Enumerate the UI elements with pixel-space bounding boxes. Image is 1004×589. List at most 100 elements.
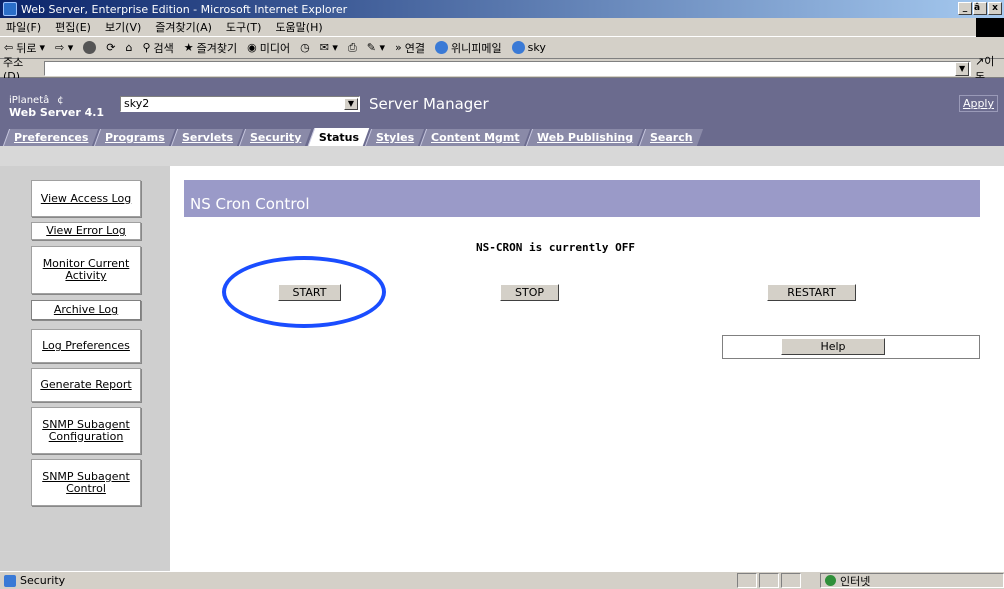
menu-favorites[interactable]: 즐겨찾기(A): [155, 19, 212, 35]
maximize-button[interactable]: â¡: [973, 2, 991, 15]
favorites-icon: ★: [183, 41, 194, 54]
tab-preferences[interactable]: Preferences: [2, 129, 99, 146]
ie-page-icon: [511, 41, 525, 54]
stop-button[interactable]: [83, 41, 97, 54]
menu-tools[interactable]: 도구(T): [226, 19, 262, 35]
status-cell: [781, 573, 801, 588]
menu-file[interactable]: 파일(F): [6, 19, 41, 35]
sidebar-item-generate-report[interactable]: Generate Report: [31, 368, 141, 402]
window-controls: _ â¡ x: [958, 2, 1002, 15]
status-bar: Security 인터넷: [0, 571, 1004, 589]
zone-label: 인터넷: [840, 574, 871, 588]
status-cell: [759, 573, 779, 588]
sidebar-item-archive-log[interactable]: Archive Log: [31, 300, 141, 320]
links-bar: » 연결: [395, 40, 425, 56]
link-sky[interactable]: sky: [511, 41, 546, 54]
tab-content-mgmt[interactable]: Content Mgmt: [419, 129, 530, 146]
cron-status-text: NS-CRON is currently OFF: [476, 241, 635, 254]
server-select[interactable]: sky2 ▼: [120, 96, 360, 112]
forward-arrow-icon: ⇨ ▾: [55, 41, 74, 54]
links-label: 연결: [404, 41, 426, 55]
windows-logo-icon: [976, 18, 1004, 37]
status-text: Security: [20, 574, 66, 587]
tab-search[interactable]: Search: [638, 129, 703, 146]
go-arrow-icon: ↗: [974, 54, 985, 68]
window-title-bar: Web Server, Enterprise Edition - Microso…: [0, 0, 1004, 18]
help-button[interactable]: Help: [781, 338, 885, 355]
search-icon: ⚲: [142, 41, 151, 54]
mail-icon: ✉ ▾: [319, 41, 338, 54]
sidebar-item-log-preferences[interactable]: Log Preferences: [31, 329, 141, 363]
home-icon: ⌂: [125, 41, 133, 54]
ie-page-icon: [4, 574, 16, 587]
media-label: 미디어: [259, 41, 291, 55]
search-label: 검색: [153, 41, 174, 55]
link-mail-label: 위니피메일: [451, 41, 502, 55]
menu-view[interactable]: 보기(V): [105, 19, 141, 35]
window-title: Web Server, Enterprise Edition - Microso…: [21, 2, 348, 16]
chevron-down-icon: ▼: [344, 98, 358, 110]
start-button[interactable]: START: [278, 284, 341, 301]
forward-button[interactable]: ⇨ ▾: [55, 41, 73, 54]
media-button[interactable]: ◉ 미디어: [247, 40, 290, 56]
history-icon: ◷: [300, 41, 310, 54]
status-cells: [737, 573, 801, 588]
status-left: Security: [0, 574, 65, 587]
sidebar: View Access Log View Error Log Monitor C…: [0, 166, 170, 571]
search-button[interactable]: ⚲ 검색: [142, 40, 173, 56]
favorites-button[interactable]: ★ 즐겨찾기: [184, 40, 237, 56]
ie-icon: [3, 2, 17, 16]
home-button[interactable]: ⌂: [125, 41, 132, 54]
page-title: Server Manager: [369, 95, 489, 113]
sidebar-item-snmp-config[interactable]: SNMP Subagent Configuration: [31, 407, 141, 454]
tab-styles[interactable]: Styles: [364, 129, 425, 146]
apply-button[interactable]: Apply: [958, 95, 998, 112]
tab-bar: Preferences Programs Servlets Security S…: [0, 128, 1004, 146]
tab-security[interactable]: Security: [239, 129, 312, 146]
minimize-button[interactable]: _: [958, 2, 972, 15]
address-bar: 주소(D) ▼ ↗이동: [0, 55, 1004, 84]
mail-button[interactable]: ✉ ▾: [320, 41, 338, 54]
address-dropdown-button[interactable]: ▼: [955, 61, 969, 76]
sidebar-item-view-error-log[interactable]: View Error Log: [31, 222, 141, 240]
favorites-label: 즐겨찾기: [196, 41, 238, 55]
sidebar-item-snmp-control[interactable]: SNMP Subagent Control: [31, 459, 141, 506]
edit-icon: ✎ ▾: [366, 41, 386, 54]
media-icon: ◉: [247, 41, 257, 54]
sidebar-item-monitor-activity[interactable]: Monitor Current Activity: [31, 246, 141, 294]
edit-button[interactable]: ✎ ▾: [367, 41, 385, 54]
menu-bar: 파일(F) 편집(E) 보기(V) 즐겨찾기(A) 도구(T) 도움말(H): [0, 18, 1004, 37]
globe-icon: [825, 575, 836, 586]
sidebar-item-view-access-log[interactable]: View Access Log: [31, 180, 141, 217]
history-button[interactable]: ◷: [300, 41, 310, 54]
page-content: iPlanetâ¢ Web Server 4.1 sky2 ▼ Server …: [0, 78, 1004, 571]
restart-button[interactable]: RESTART: [767, 284, 856, 301]
print-icon: ⎙: [347, 40, 357, 54]
address-input[interactable]: [43, 61, 972, 76]
ie-page-icon: [435, 41, 449, 54]
stop-cron-button[interactable]: STOP: [500, 284, 559, 301]
status-cell: [737, 573, 757, 588]
menu-help[interactable]: 도움말(H): [275, 19, 322, 35]
panel-header: NS Cron Control: [184, 180, 980, 217]
tab-programs[interactable]: Programs: [94, 129, 176, 146]
menu-edit[interactable]: 편집(E): [55, 19, 91, 35]
tab-web-publishing[interactable]: Web Publishing: [525, 129, 643, 146]
chevron-down-icon: ▾: [39, 41, 45, 54]
tab-underband: [0, 146, 1004, 166]
server-select-value: sky2: [124, 97, 150, 110]
security-zone: 인터넷: [820, 573, 1004, 588]
close-button[interactable]: x: [988, 2, 1002, 15]
refresh-icon: ⟳: [106, 41, 116, 54]
panel-title: NS Cron Control: [190, 195, 310, 213]
tab-status[interactable]: Status: [307, 128, 370, 146]
print-button[interactable]: ⎙: [348, 41, 357, 55]
brand-product: Web Server 4.1: [9, 106, 105, 119]
link-sky-label: sky: [527, 41, 546, 54]
refresh-button[interactable]: ⟳: [106, 41, 115, 54]
tab-servlets[interactable]: Servlets: [171, 129, 244, 146]
back-arrow-icon: ⇦: [4, 41, 14, 54]
browser-toolbar: ⇦ 뒤로 ▾ ⇨ ▾ ⟳ ⌂ ⚲ 검색 ★ 즐겨찾기 ◉ 미디어 ◷ ✉ ▾ ⎙…: [0, 37, 1004, 59]
stop-icon: [83, 41, 97, 54]
link-mail[interactable]: 위니피메일: [435, 40, 502, 56]
